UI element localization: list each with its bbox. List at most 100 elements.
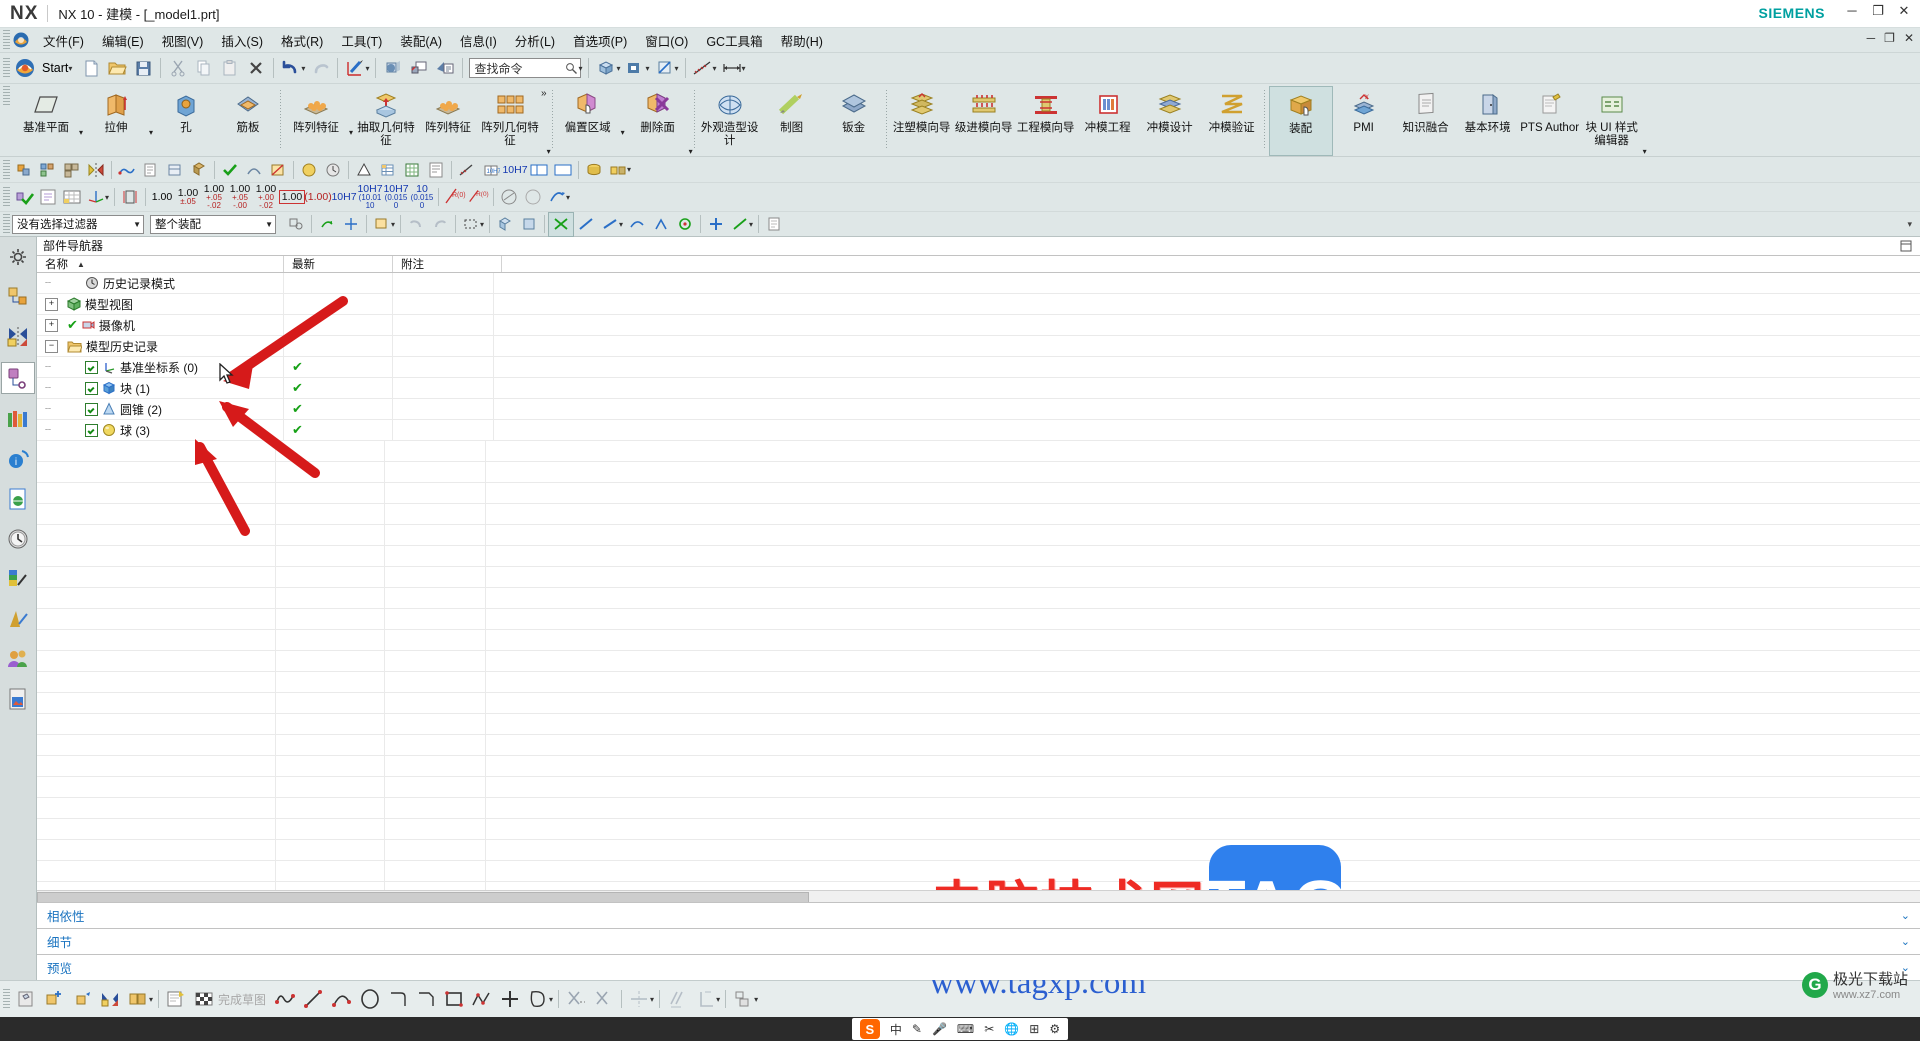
- chamfer-icon[interactable]: [412, 984, 440, 1014]
- column-header-note[interactable]: 附注: [393, 256, 502, 272]
- body-select-icon[interactable]: [517, 213, 541, 236]
- menu-item-7[interactable]: 信息(I): [451, 29, 506, 52]
- ribbon-button-mold-wizard[interactable]: 注塑模向导: [891, 86, 953, 154]
- tree-checkbox[interactable]: [85, 402, 98, 416]
- chevron-down-icon[interactable]: ⌄: [1901, 935, 1910, 948]
- ime-tray[interactable]: S 中 ✎ 🎤 ⌨ ✂ 🌐 ⊞ ⚙: [851, 1018, 1069, 1040]
- web-browser-icon[interactable]: [2, 484, 34, 514]
- tray-item-0[interactable]: 中: [890, 1021, 902, 1038]
- ribbon-button-offset-region[interactable]: 偏置区域: [557, 86, 619, 154]
- arrange-icon[interactable]: [36, 158, 60, 181]
- snap-point-icon[interactable]: [315, 213, 339, 236]
- tolerance-item-7[interactable]: 10H7: [331, 186, 357, 208]
- nx-app-icon[interactable]: [12, 31, 30, 49]
- ribbon-overflow-icon[interactable]: »: [541, 88, 547, 99]
- connected-curve-icon[interactable]: [598, 213, 622, 236]
- sketch-section-icon[interactable]: [762, 213, 786, 236]
- rectangle-select-icon[interactable]: [459, 213, 483, 236]
- tray-item-1[interactable]: ✎: [912, 1022, 922, 1036]
- curve-rule-icon[interactable]: [548, 211, 575, 237]
- verify-check-icon[interactable]: [12, 186, 36, 209]
- keep-selected-icon[interactable]: [370, 213, 394, 236]
- table-row[interactable]: + ✔ 摄像机: [37, 315, 1920, 336]
- check-mark-icon[interactable]: [218, 158, 242, 181]
- tree-checkbox[interactable]: [85, 381, 98, 395]
- csys-datum-icon[interactable]: [84, 186, 108, 209]
- ribbon-button-block-ui-styler[interactable]: 块 UI 样式编辑器: [1581, 86, 1643, 154]
- new-level-icon[interactable]: [163, 158, 187, 181]
- section-view-icon[interactable]: [652, 55, 678, 81]
- ribbon-button-pmi[interactable]: X PMI: [1333, 86, 1395, 154]
- tolerance-item-10[interactable]: 10 (0.015 0: [409, 184, 435, 210]
- search-input[interactable]: 查找命令: [469, 58, 582, 78]
- menu-item-10[interactable]: 窗口(O): [636, 29, 697, 52]
- render-style-icon[interactable]: [380, 55, 406, 81]
- collapsible-panel-0[interactable]: 相依性 ⌄: [37, 902, 1920, 928]
- tree-expander[interactable]: +: [45, 297, 58, 311]
- system-materials-icon[interactable]: [2, 564, 34, 594]
- chevron-down-icon[interactable]: ▾: [77, 128, 85, 137]
- save-icon[interactable]: [130, 55, 156, 81]
- ribbon-button-knowledge-fusion[interactable]: 知识融合: [1395, 86, 1457, 154]
- open-folder-icon[interactable]: [104, 55, 130, 81]
- table-row[interactable]: ┄ 基准坐标系 (0) ✔: [37, 357, 1920, 378]
- tolerance-item-0[interactable]: 1.00: [149, 186, 175, 208]
- chevron-down-icon[interactable]: ▾: [147, 128, 155, 137]
- select-component-icon[interactable]: [284, 213, 308, 236]
- ribbon-button-pattern-feature[interactable]: 阵列特征: [285, 86, 347, 154]
- chevron-down-icon[interactable]: ▾: [347, 128, 355, 137]
- tolerance-item-6[interactable]: (1.00): [304, 186, 331, 208]
- arc-icon[interactable]: [328, 984, 356, 1014]
- display-style-icon[interactable]: [432, 55, 458, 81]
- menu-item-8[interactable]: 分析(L): [506, 29, 564, 52]
- table-row[interactable]: ┄ 圆锥 (2) ✔: [37, 399, 1920, 420]
- menu-item-5[interactable]: 工具(T): [332, 29, 391, 52]
- studio-spline-icon[interactable]: [272, 984, 300, 1014]
- symbol-icon[interactable]: [521, 186, 545, 209]
- ribbon-grip[interactable]: [3, 86, 10, 106]
- view-manager-icon[interactable]: [2, 684, 34, 714]
- tolerance-box-icon[interactable]: [527, 158, 551, 181]
- maximize-button[interactable]: ❐: [1870, 4, 1886, 18]
- component-array-icon[interactable]: [60, 158, 84, 181]
- menu-item-0[interactable]: 文件(F): [34, 29, 93, 52]
- tree-cell-name[interactable]: ┄ 基准坐标系 (0): [37, 357, 284, 377]
- row1-grip[interactable]: [3, 159, 10, 180]
- tolerance-item-3[interactable]: 1.00 +.05 -.00: [227, 184, 253, 210]
- ribbon-button-pattern-feature-2[interactable]: 阵列特征: [417, 86, 479, 154]
- quick-trim-icon[interactable]: [562, 984, 590, 1014]
- roles-icon[interactable]: [2, 644, 34, 674]
- wave-geometry-linker-icon[interactable]: [115, 158, 139, 181]
- follow-fillet-icon[interactable]: [673, 213, 697, 236]
- mass-properties-icon[interactable]: 10H7: [479, 158, 503, 181]
- close-button[interactable]: ✕: [1896, 4, 1912, 18]
- tolerance-item-9[interactable]: 10H7 (0.015 0: [383, 184, 409, 210]
- move-snap-icon[interactable]: [339, 213, 363, 236]
- annotation-icon[interactable]: [497, 186, 521, 209]
- quickbar-grip[interactable]: [3, 58, 10, 78]
- ribbon-group-expand-icon-3[interactable]: ▾: [1643, 147, 1647, 156]
- create-part-icon[interactable]: [139, 158, 163, 181]
- surface-finish-icon[interactable]: R(0): [442, 186, 466, 209]
- tolerance-item-4[interactable]: 1.00 +.00 -.02: [253, 184, 279, 210]
- gold-stack-icon[interactable]: [582, 158, 606, 181]
- undo-icon[interactable]: [278, 55, 304, 81]
- doc-close-button[interactable]: ✕: [1904, 31, 1914, 45]
- paste-icon[interactable]: [217, 55, 243, 81]
- ribbon-button-datum-plane[interactable]: 基准平面: [15, 86, 77, 154]
- tray-item-2[interactable]: 🎤: [932, 1022, 947, 1036]
- mirror-assembly-icon[interactable]: [96, 984, 124, 1014]
- sogou-ime-icon[interactable]: S: [859, 1019, 880, 1039]
- feature-list-icon[interactable]: [36, 186, 60, 209]
- minimize-button[interactable]: ─: [1844, 4, 1860, 18]
- stack-compare-icon[interactable]: [606, 158, 630, 181]
- menu-item-1[interactable]: 编辑(E): [93, 29, 153, 52]
- ribbon-button-die-engineering[interactable]: 工程模向导: [1015, 86, 1077, 154]
- measure-distance-icon[interactable]: [455, 158, 479, 181]
- collapsible-panel-2[interactable]: 预览 ⌄: [37, 954, 1920, 980]
- undo-select-icon[interactable]: [404, 213, 428, 236]
- product-outline-icon[interactable]: [187, 158, 211, 181]
- tree-expander[interactable]: +: [45, 318, 58, 332]
- constraint-navigator-icon[interactable]: [2, 322, 34, 352]
- view-orient-icon[interactable]: [593, 55, 619, 81]
